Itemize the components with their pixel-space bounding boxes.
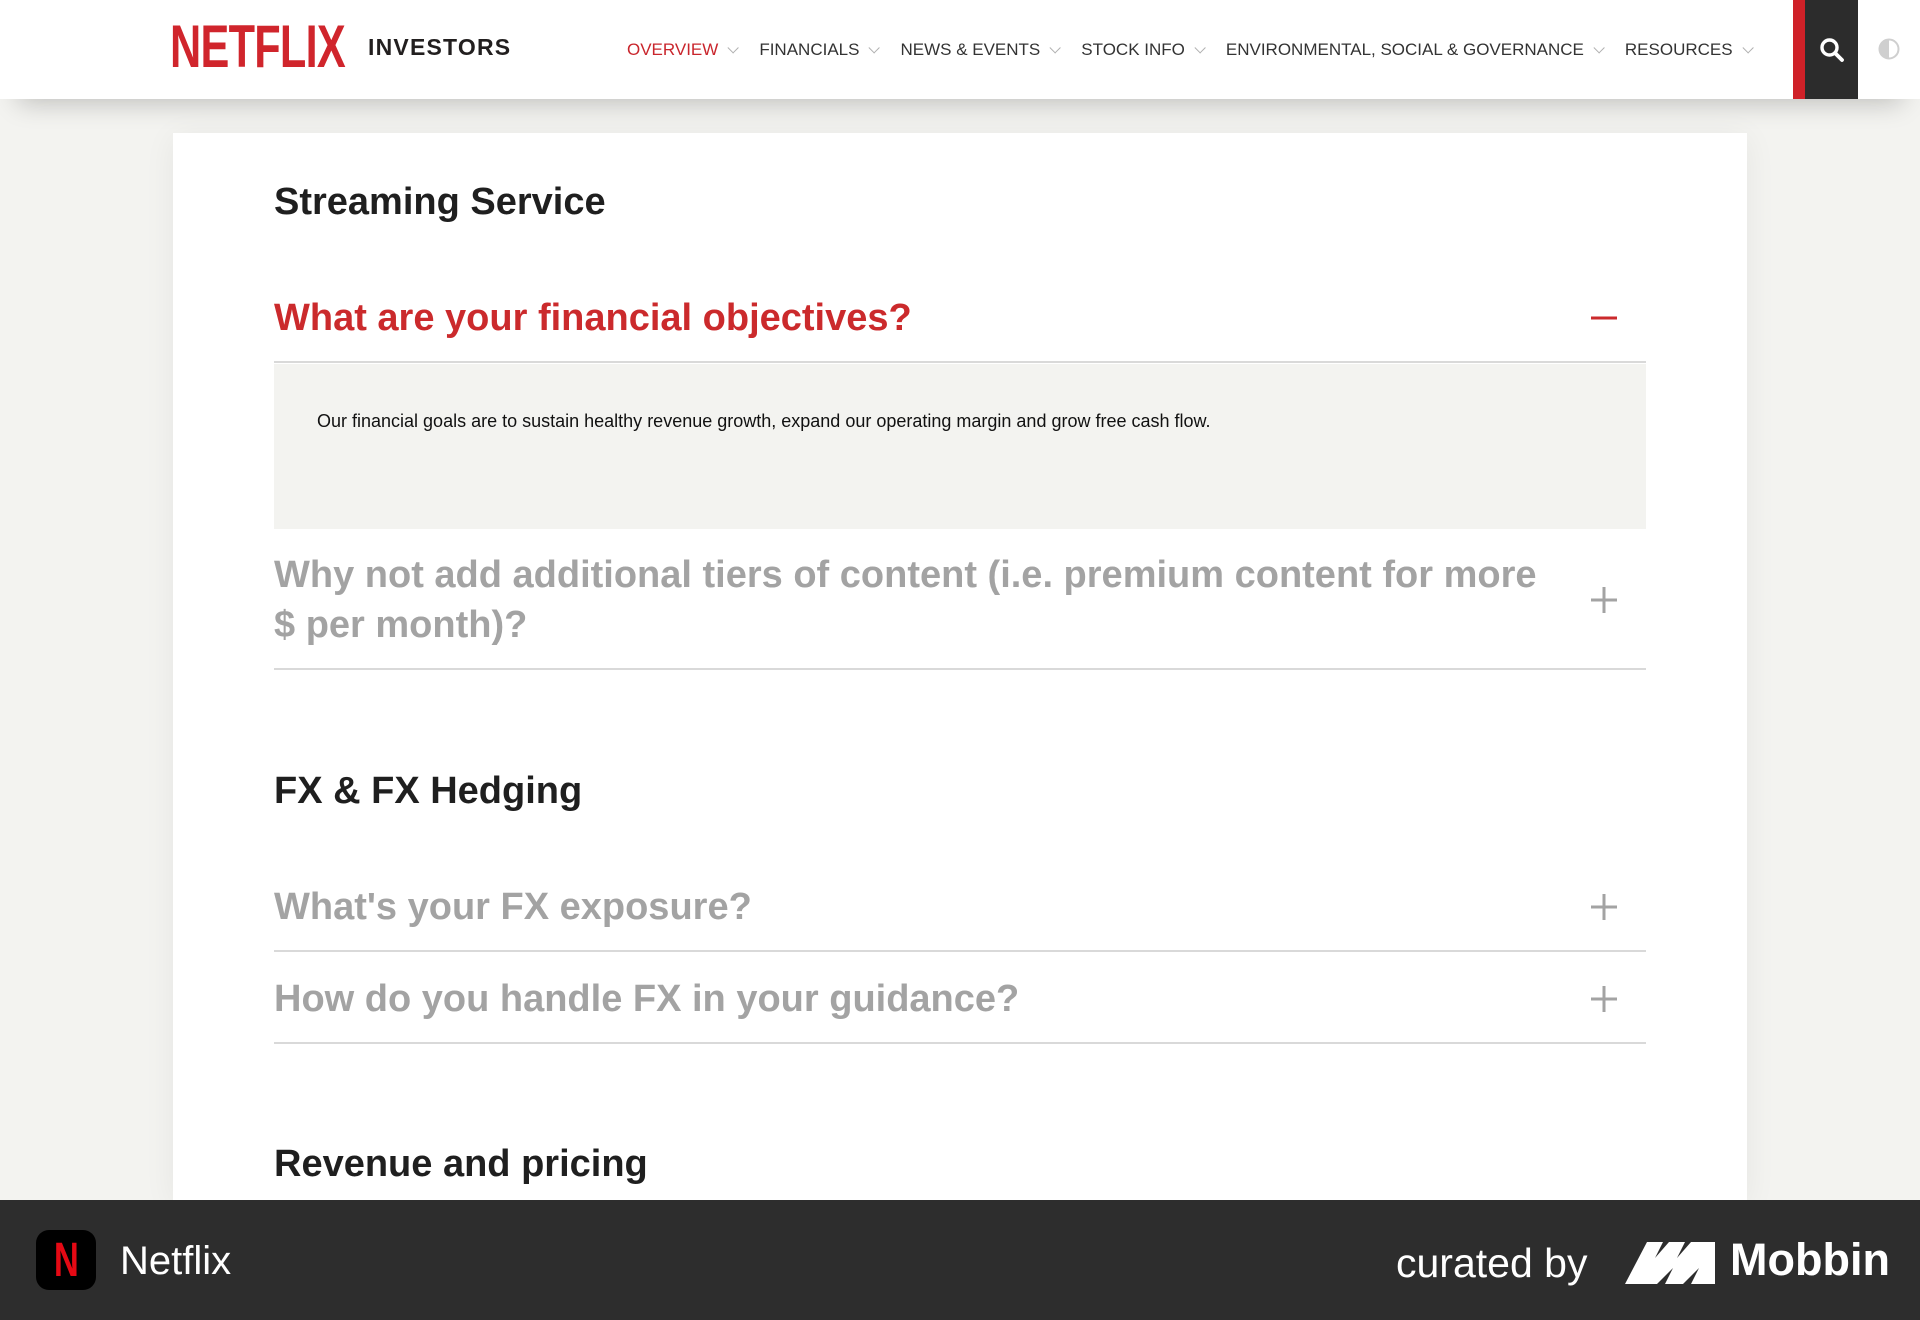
faq-answer-text: Our financial goals are to sustain healt… [317, 411, 1211, 431]
faq-question-open[interactable]: What are your financial objectives? [274, 293, 1646, 343]
nav-label: FINANCIALS [759, 39, 860, 59]
section-title: Streaming Service [274, 181, 606, 223]
plus-icon [1591, 894, 1617, 920]
contrast-toggle-button[interactable] [1878, 38, 1900, 60]
divider [274, 361, 1646, 363]
site-header: NETFLIX INVESTORS OVERVIEW FINANCIALS NE… [0, 0, 1920, 99]
curated-by-label: curated by [1396, 1240, 1588, 1286]
plus-icon [1591, 587, 1617, 613]
faq-question[interactable]: Why not add additional tiers of content … [274, 550, 1646, 650]
chevron-down-icon [1593, 41, 1605, 54]
faq-question-text: How do you handle FX in your guidance? [274, 978, 1020, 1020]
nav-overview[interactable]: OVERVIEW [627, 39, 740, 60]
section-title: FX & FX Hedging [274, 770, 583, 812]
nav-label: RESOURCES [1624, 39, 1733, 59]
divider [274, 1042, 1646, 1044]
faq-question[interactable]: What's your FX exposure? [274, 882, 1646, 932]
nav-resources[interactable]: RESOURCES [1624, 39, 1754, 60]
minus-icon [1591, 316, 1617, 320]
mobbin-footer: N Netflix curated by Mobbin [0, 1200, 1920, 1320]
nav-financials[interactable]: FINANCIALS [759, 39, 881, 60]
investors-label[interactable]: INVESTORS [368, 34, 511, 61]
main-nav: OVERVIEW FINANCIALS NEWS & EVENTS STOCK … [627, 0, 1774, 99]
nav-label: STOCK INFO [1081, 39, 1185, 59]
divider [274, 668, 1646, 670]
nav-esg[interactable]: ENVIRONMENTAL, SOCIAL & GOVERNANCE [1225, 39, 1605, 60]
faq-question[interactable]: How do you handle FX in your guidance? [274, 974, 1646, 1024]
search-button[interactable] [1793, 0, 1858, 99]
netflix-logo[interactable]: NETFLIX [170, 13, 346, 80]
nav-stock-info[interactable]: STOCK INFO [1081, 39, 1206, 60]
faq-question-text: Why not add additional tiers of content … [274, 554, 1537, 646]
nav-label: ENVIRONMENTAL, SOCIAL & GOVERNANCE [1225, 39, 1584, 59]
chevron-down-icon [868, 41, 881, 54]
chevron-down-icon [1049, 41, 1062, 54]
chevron-down-icon [727, 41, 740, 54]
faq-question-text: What's your FX exposure? [274, 886, 752, 928]
section-title: Revenue and pricing [274, 1143, 648, 1185]
plus-icon [1591, 986, 1617, 1012]
nav-label: NEWS & EVENTS [900, 39, 1041, 59]
mobbin-brand: Mobbin [1730, 1234, 1890, 1285]
contrast-icon [1878, 38, 1900, 60]
nav-news-events[interactable]: NEWS & EVENTS [900, 39, 1062, 60]
mobbin-logo-icon [1625, 1242, 1715, 1284]
chevron-down-icon [1742, 41, 1754, 54]
search-icon [1819, 37, 1844, 62]
app-name: Netflix [120, 1239, 232, 1283]
nav-label: OVERVIEW [627, 39, 719, 59]
divider [274, 950, 1646, 952]
app-icon-letter: N [53, 1233, 79, 1287]
netflix-app-icon: N [36, 1230, 96, 1290]
faq-question-text: What are your financial objectives? [274, 297, 912, 339]
chevron-down-icon [1194, 41, 1206, 54]
faq-answer: Our financial goals are to sustain healt… [274, 364, 1646, 529]
